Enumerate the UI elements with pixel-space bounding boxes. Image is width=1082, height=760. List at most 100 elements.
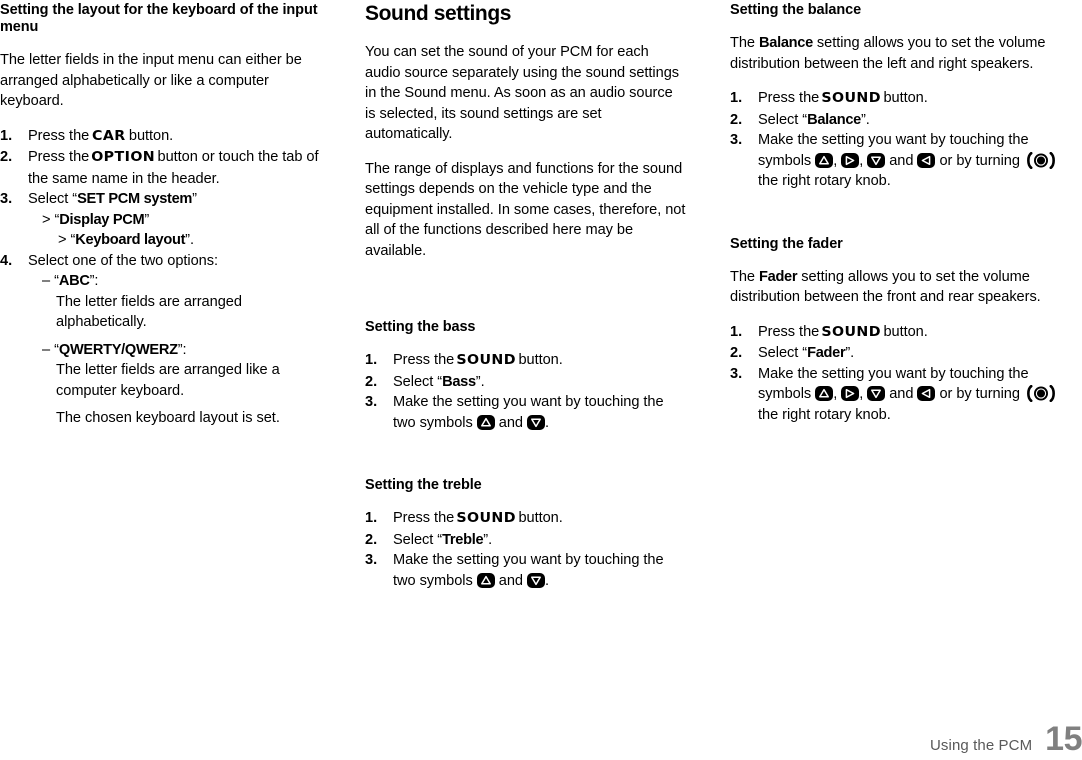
step-number: 2. [730, 111, 743, 128]
fader-intro-pre: The [730, 268, 760, 285]
step-text-pre: Select “ [758, 345, 808, 361]
step-text-post: button. [514, 510, 563, 526]
step-number: 4. [0, 252, 13, 269]
step-text-post: . [544, 414, 549, 431]
step-text-pre: Select “ [28, 191, 78, 207]
manual-page: Setting the layout for the keyboard of t… [0, 0, 1082, 760]
step-text-pre: Press the [28, 127, 94, 144]
step-text-pre: Press the [28, 149, 94, 165]
arrow-left-icon [917, 386, 936, 401]
step-number: 3. [730, 132, 743, 148]
treble-steps: 1. Press the SOUND button. 2. Select “Treb… [365, 508, 687, 591]
step-item: 1. Press the SOUND button. [365, 350, 687, 372]
step-item: 3. Select “SET PCM system” > “Display PCM… [0, 189, 322, 251]
step-number: 3. [730, 365, 743, 382]
option-abc-quote: ”: [89, 273, 99, 289]
step-text-post: ”. [483, 531, 493, 548]
arrow-down-icon [526, 572, 545, 588]
step-text-and: and [885, 386, 918, 402]
footer-page-number: 15 [1045, 720, 1082, 758]
step-text-post: . [544, 572, 549, 589]
arrow-up-icon [815, 386, 834, 401]
dash-text: – “ [42, 273, 59, 289]
arrow-left-icon [917, 152, 936, 168]
icon-separator: , [859, 152, 868, 169]
step-item: 2. Select “Treble”. [365, 530, 687, 551]
step-item: 1. Press the SOUND button. [730, 88, 1082, 110]
step-text-pre: Press the [393, 510, 459, 526]
step-text-turn: or by turning [935, 386, 1024, 402]
page-columns: Setting the layout for the keyboard of t… [0, 0, 1082, 591]
step-text-post: button. [879, 323, 928, 340]
step-text-mid: and [494, 572, 527, 589]
section-heading-sound-settings: Sound settings [365, 2, 512, 25]
rotary-knob-icon [1024, 385, 1058, 402]
step-text-post: the right rotary knob. [758, 173, 891, 189]
section-heading-treble: Setting the treble [365, 477, 482, 493]
step-item: 3. Make the setting you want by touching … [365, 392, 687, 433]
step-text-post: ”. [475, 373, 485, 390]
step-number: 3. [365, 552, 378, 568]
step-text-post: button. [124, 127, 174, 144]
step-number: 2. [730, 345, 743, 361]
page-footer: Using the PCM 15 [930, 722, 1082, 756]
menu-path-quote: ”. [185, 232, 194, 248]
step-item: 2. Select “Balance”. [730, 110, 1082, 131]
step-text-pre: Press the [393, 352, 459, 368]
step-item: 3. Make the setting you want by touching … [365, 550, 687, 591]
section-heading-balance: Setting the balance [730, 2, 862, 18]
step-item: 2. Select “Fader”. [730, 343, 1082, 364]
option-qwerty-quote: ”: [177, 341, 187, 358]
step-item: 1. Press the CAR button. [0, 126, 322, 148]
menu-item-balance: Balance [759, 35, 813, 51]
step-number: 1. [730, 90, 743, 106]
rotary-knob-icon [1024, 151, 1058, 169]
step-text-mid: and [494, 414, 527, 431]
column-sound-settings: Sound settings You can set the sound of … [365, 2, 709, 591]
keyboard-layout-result: The chosen keyboard layout is set. [56, 410, 280, 426]
step-item: 3. Make the setting you want by touching … [730, 364, 1082, 426]
option-qwerty-label: QWERTY/QWERZ [58, 341, 178, 358]
option-qwerty-line: – “QWERTY/QWERZ”: [28, 340, 322, 361]
option-button-label: OPTION [91, 150, 156, 165]
arrow-down-icon [526, 414, 545, 430]
step-item: 1. Press the SOUND button. [365, 508, 687, 530]
arrow-up-icon [476, 572, 495, 588]
arrow-up-icon [815, 152, 834, 168]
step-item: 2. Press the OPTION button or touch the t… [0, 147, 322, 189]
icon-separator: , [859, 386, 868, 402]
sound-button-label: SOUND [456, 511, 517, 526]
sound-settings-para-2: The range of displays and functions for … [365, 160, 686, 259]
step-item: 3. Make the setting you want by touching … [730, 130, 1082, 192]
step-item: 1. Press the SOUND button. [730, 322, 1082, 344]
step-text-pre: Select “ [393, 373, 443, 390]
step-text-pre: Select “ [758, 111, 808, 128]
step-number: 1. [365, 352, 378, 368]
column-balance-fader: Setting the balance The Balance setting … [730, 2, 1082, 591]
arrow-down-icon [867, 386, 886, 401]
step-text-post: ” [192, 191, 197, 207]
keyboard-layout-steps: 1. Press the CAR button. 2. Press the OPTI… [0, 126, 322, 429]
menu-path-set-pcm-system: SET PCM system [77, 191, 193, 207]
option-abc-label: ABC [58, 273, 90, 289]
column-keyboard-layout: Setting the layout for the keyboard of t… [0, 2, 344, 591]
car-button-label: CAR [92, 128, 126, 144]
arrow-down-icon [867, 152, 886, 168]
step-text-post: button. [514, 352, 563, 368]
arrow-up-icon [476, 414, 495, 430]
menu-item-balance: Balance [807, 111, 861, 128]
sound-button-label: SOUND [456, 353, 517, 368]
keyboard-layout-intro: The letter fields in the input menu can … [0, 52, 302, 109]
step-text-pre: Press the [758, 323, 824, 340]
menu-path-line-2: > “Display PCM” [28, 210, 322, 231]
icon-separator: , [833, 152, 842, 169]
option-abc-line: – “ABC”: [28, 271, 322, 292]
dash-text: – “ [42, 341, 59, 358]
balance-intro: The Balance setting allows you to set th… [730, 33, 1082, 74]
sound-settings-para-1: You can set the sound of your PCM for ea… [365, 44, 680, 142]
step-text-pre: Press the [758, 90, 824, 106]
step-number: 1. [365, 510, 378, 526]
menu-path-quote: ” [144, 211, 150, 228]
